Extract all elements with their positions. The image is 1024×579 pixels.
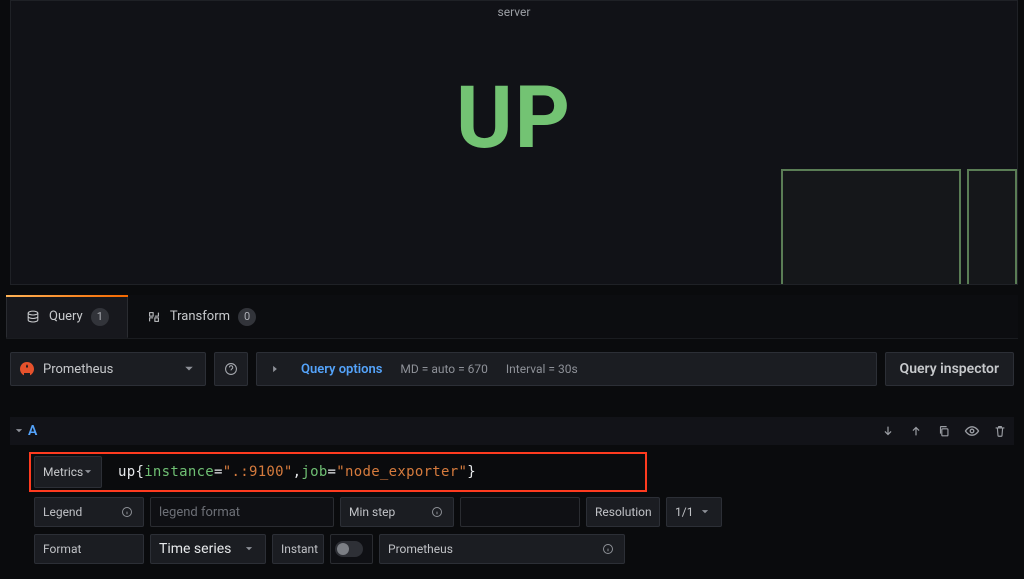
query-options[interactable]: Query options MD = auto = 670 Interval =… xyxy=(256,352,877,386)
info-icon[interactable] xyxy=(600,541,616,557)
query-row-header[interactable]: A xyxy=(10,417,1014,445)
move-up-icon[interactable] xyxy=(908,423,924,439)
panel-title: server xyxy=(11,1,1017,19)
minstep-input[interactable] xyxy=(460,497,580,527)
chevron-down-icon xyxy=(83,464,93,480)
metrics-picker[interactable]: Metrics xyxy=(34,456,102,488)
panel-decoration xyxy=(781,169,961,284)
datasource-select[interactable]: Prometheus xyxy=(10,352,206,386)
panel-decoration xyxy=(967,169,1017,284)
format-select[interactable]: Time series xyxy=(150,534,266,564)
datasource-name: Prometheus xyxy=(43,362,113,377)
chevron-down-icon xyxy=(10,423,28,439)
trash-icon[interactable] xyxy=(992,423,1008,439)
database-icon xyxy=(25,309,41,325)
query-inspector-button[interactable]: Query inspector xyxy=(885,352,1014,386)
transform-icon xyxy=(146,309,162,325)
tab-transform-label: Transform xyxy=(170,309,230,324)
resolution-label: Resolution xyxy=(586,497,660,527)
info-icon[interactable] xyxy=(119,504,135,520)
query-options-md: MD = auto = 670 xyxy=(400,362,487,376)
tab-query-count: 1 xyxy=(91,308,109,326)
panel-value: UP xyxy=(11,67,1017,168)
chevron-down-icon xyxy=(241,541,257,557)
legend-input[interactable]: legend format xyxy=(150,497,334,527)
help-icon xyxy=(223,361,239,377)
chevron-right-icon xyxy=(267,361,283,377)
tab-query[interactable]: Query 1 xyxy=(6,295,128,338)
copy-icon[interactable] xyxy=(936,423,952,439)
tab-query-label: Query xyxy=(49,309,83,324)
prometheus-label: Prometheus xyxy=(379,534,625,564)
instant-switch[interactable] xyxy=(330,534,373,564)
instant-label: Instant xyxy=(272,534,324,564)
tab-transform[interactable]: Transform 0 xyxy=(128,295,274,338)
editor-tabs: Query 1 Transform 0 xyxy=(6,295,1018,339)
move-down-icon[interactable] xyxy=(880,423,896,439)
promql-input[interactable]: up{instance=". :9100",job="node_exporter… xyxy=(108,456,1014,488)
info-icon[interactable] xyxy=(429,504,445,520)
query-options-label: Query options xyxy=(301,362,382,377)
metrics-label: Metrics xyxy=(43,465,83,479)
query-inspector-label: Query inspector xyxy=(900,361,999,377)
format-label: Format xyxy=(34,534,144,564)
chevron-down-icon xyxy=(697,504,713,520)
query-name: A xyxy=(28,423,37,439)
datasource-help-button[interactable] xyxy=(214,352,248,386)
legend-label: Legend xyxy=(34,497,144,527)
chevron-down-icon xyxy=(181,361,197,377)
query-options-interval: Interval = 30s xyxy=(506,362,578,376)
eye-icon[interactable] xyxy=(964,423,980,439)
minstep-label: Min step xyxy=(340,497,454,527)
resolution-select[interactable]: 1/1 xyxy=(666,497,722,527)
visualization-panel: server UP xyxy=(10,0,1018,285)
prometheus-icon xyxy=(19,361,35,377)
tab-transform-count: 0 xyxy=(238,308,256,326)
